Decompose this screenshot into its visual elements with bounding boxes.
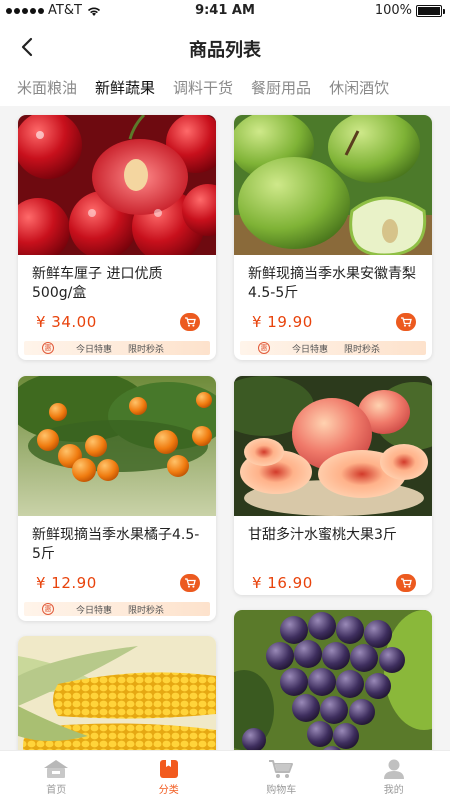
category-icon bbox=[159, 760, 178, 778]
nav-header: 商品列表 bbox=[0, 22, 450, 72]
product-image-corn bbox=[18, 636, 216, 750]
discount-seal-icon: 惠 bbox=[258, 342, 270, 354]
status-bar: AT&T 9:41 AM 100% bbox=[0, 0, 450, 22]
status-right: 100% bbox=[374, 3, 445, 18]
bottom-tab-bar: 首页 分类 购物车 我的 bbox=[0, 750, 450, 800]
product-card[interactable] bbox=[234, 610, 432, 750]
battery-percent: 100% bbox=[374, 3, 412, 18]
product-price: ¥ 12.90 bbox=[36, 574, 97, 592]
product-name: 甘甜多汁水蜜桃大果3斤 bbox=[248, 527, 397, 543]
add-to-cart-button[interactable] bbox=[180, 313, 200, 331]
product-card[interactable]: 新鲜现摘当季水果橘子4.5-5斤 ¥ 12.90 惠 今日特惠 限时秒杀 bbox=[18, 376, 216, 621]
battery-icon bbox=[416, 4, 445, 17]
cart-icon bbox=[185, 578, 196, 588]
promo-banner: 惠 今日特惠 限时秒杀 bbox=[24, 602, 210, 616]
promo-flash-sale: 限时秒杀 bbox=[128, 345, 165, 355]
add-to-cart-button[interactable] bbox=[180, 574, 200, 592]
home-icon bbox=[44, 760, 69, 778]
price-row: ¥ 19.90 bbox=[234, 309, 432, 335]
discount-seal-icon: 惠 bbox=[42, 603, 54, 615]
cart-icon bbox=[269, 760, 294, 778]
product-image-grapes bbox=[234, 610, 432, 750]
promo-flash-sale: 限时秒杀 bbox=[344, 345, 381, 355]
product-card[interactable]: 新鲜车厘子 进口优质500g/盒 ¥ 34.00 惠 今日特惠 限时秒杀 bbox=[18, 115, 216, 360]
product-image-orange-tree bbox=[18, 376, 216, 516]
discount-seal-icon: 惠 bbox=[42, 342, 54, 354]
product-price: ¥ 19.90 bbox=[252, 313, 313, 331]
add-to-cart-button[interactable] bbox=[396, 313, 416, 331]
product-grid: 新鲜车厘子 进口优质500g/盒 ¥ 34.00 惠 今日特惠 限时秒杀 新鲜现… bbox=[0, 106, 450, 750]
price-row: ¥ 16.90 bbox=[234, 570, 432, 595]
nav-category[interactable]: 分类 bbox=[113, 751, 226, 800]
price-row: ¥ 34.00 bbox=[18, 309, 216, 335]
tab-snacks-drinks[interactable]: 休闲酒饮 bbox=[329, 72, 389, 106]
cart-icon bbox=[401, 578, 412, 588]
cart-icon bbox=[185, 317, 196, 327]
product-price: ¥ 16.90 bbox=[252, 574, 313, 592]
cart-icon bbox=[401, 317, 412, 327]
category-tabs: 米面粮油 新鲜蔬果 调料干货 餐厨用品 休闲酒饮 bbox=[0, 72, 450, 106]
nav-home[interactable]: 首页 bbox=[0, 751, 113, 800]
product-image-cherries bbox=[18, 115, 216, 255]
promo-banner: 惠 今日特惠 限时秒杀 bbox=[240, 341, 426, 355]
tab-seasonings[interactable]: 调料干货 bbox=[173, 72, 233, 106]
promo-today-special: 今日特惠 bbox=[76, 606, 113, 616]
tab-fresh-produce[interactable]: 新鲜蔬果 bbox=[95, 72, 155, 106]
price-row: ¥ 12.90 bbox=[18, 570, 216, 596]
user-icon bbox=[383, 759, 404, 779]
nav-cart[interactable]: 购物车 bbox=[225, 751, 338, 800]
product-image-peaches bbox=[234, 376, 432, 516]
product-card[interactable]: 新鲜现摘当季水果安徽青梨4.5-5斤 ¥ 19.90 惠 今日特惠 限时秒杀 bbox=[234, 115, 432, 360]
product-card[interactable]: 甘甜多汁水蜜桃大果3斤 ¥ 16.90 bbox=[234, 376, 432, 595]
promo-flash-sale: 限时秒杀 bbox=[128, 606, 165, 616]
promo-today-special: 今日特惠 bbox=[76, 345, 113, 355]
nav-profile-label: 我的 bbox=[383, 785, 404, 796]
product-name: 新鲜现摘当季水果橘子4.5-5斤 bbox=[32, 527, 200, 562]
promo-banner: 惠 今日特惠 限时秒杀 bbox=[24, 341, 210, 355]
add-to-cart-button[interactable] bbox=[396, 574, 416, 592]
tab-kitchenware[interactable]: 餐厨用品 bbox=[251, 72, 311, 106]
product-price: ¥ 34.00 bbox=[36, 313, 97, 331]
product-image-green-pears bbox=[234, 115, 432, 255]
nav-cart-label: 购物车 bbox=[266, 785, 297, 796]
nav-home-label: 首页 bbox=[46, 785, 67, 796]
product-card[interactable] bbox=[18, 636, 216, 750]
product-name: 新鲜现摘当季水果安徽青梨4.5-5斤 bbox=[248, 266, 416, 301]
nav-profile[interactable]: 我的 bbox=[338, 751, 450, 800]
product-name: 新鲜车厘子 进口优质500g/盒 bbox=[32, 266, 163, 301]
tab-grains-oils[interactable]: 米面粮油 bbox=[17, 72, 77, 106]
nav-category-label: 分类 bbox=[158, 785, 179, 796]
promo-today-special: 今日特惠 bbox=[292, 345, 329, 355]
page-title: 商品列表 bbox=[189, 40, 261, 61]
